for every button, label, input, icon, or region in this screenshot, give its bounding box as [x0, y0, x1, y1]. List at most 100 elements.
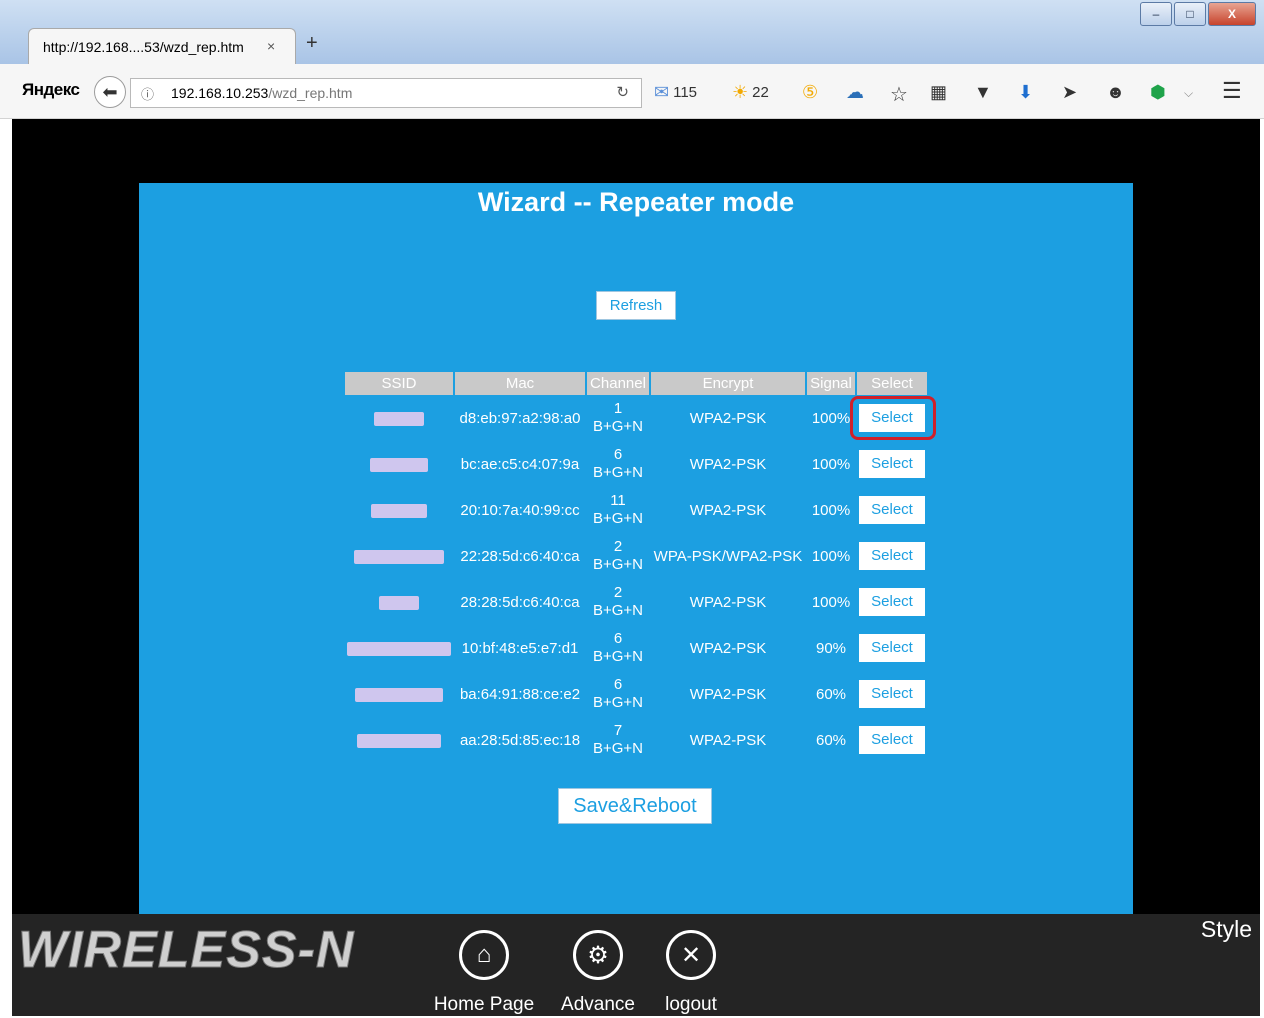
- advance-nav[interactable]: ⚙ Advance: [556, 930, 640, 1016]
- col-ssid: SSID: [345, 372, 453, 395]
- col-encrypt: Encrypt: [651, 372, 805, 395]
- sun-icon: ☀: [732, 82, 749, 102]
- col-channel: Channel: [587, 372, 649, 395]
- channel-cell: 6 B+G+N: [587, 671, 649, 717]
- select-button[interactable]: Select: [859, 726, 925, 754]
- mac-cell: 10:bf:48:e5:e7:d1: [461, 639, 579, 657]
- yandex-logo[interactable]: Яндекс: [22, 80, 80, 100]
- close-window-button[interactable]: X: [1208, 2, 1256, 26]
- ssid-redacted: [355, 687, 443, 702]
- download-icon[interactable]: ⬇: [1018, 82, 1033, 103]
- chat-icon[interactable]: ☻: [1106, 82, 1125, 103]
- back-button[interactable]: ⬅: [94, 76, 126, 108]
- logout-label: logout: [665, 994, 717, 1015]
- channel-cell: 11 B+G+N: [587, 487, 649, 533]
- style-link[interactable]: Style: [1201, 916, 1252, 943]
- advance-label: Advance: [561, 994, 635, 1015]
- ssid-redacted: [370, 457, 428, 472]
- protect-icon[interactable]: ⬢: [1150, 82, 1166, 103]
- select-button[interactable]: Select: [859, 634, 925, 662]
- channel-band: B+G+N: [592, 602, 644, 619]
- info-icon[interactable]: ⓘ: [141, 84, 154, 103]
- table-row: bc:ae:c5:c4:07:9a 6 B+G+N WPA2-PSK 100% S…: [345, 441, 927, 487]
- channel-number: 7: [613, 722, 623, 739]
- maximize-button[interactable]: □: [1174, 2, 1206, 26]
- gear-icon: ⚙: [573, 930, 623, 980]
- footer-bar: WIRELESS-N Style ⌂ Home Page ⚙ Advance ✕…: [12, 914, 1260, 1016]
- channel-cell: 7 B+G+N: [587, 717, 649, 763]
- reload-icon[interactable]: ↻: [616, 83, 629, 101]
- signal-cell: 100%: [811, 547, 851, 565]
- browser-tab[interactable]: http://192.168....53/wzd_rep.htm ×: [28, 28, 296, 65]
- channel-number: 6: [613, 676, 623, 693]
- select-button[interactable]: Select: [859, 496, 925, 524]
- select-button[interactable]: Select: [859, 542, 925, 570]
- ssid-cell: [345, 441, 453, 487]
- address-bar[interactable]: ⓘ 192.168.10.253/wzd_rep.htm ↻: [130, 78, 642, 108]
- signal-cell: 100%: [811, 593, 851, 611]
- select-cell: Select: [857, 441, 927, 487]
- channel-number: 1: [613, 400, 623, 417]
- encrypt-cell: WPA2-PSK: [689, 685, 767, 703]
- ssid-cell: [345, 625, 453, 671]
- signal-cell: 60%: [815, 731, 847, 749]
- new-tab-button[interactable]: +: [306, 32, 318, 55]
- encrypt-cell: WPA2-PSK: [689, 501, 767, 519]
- signal-cell: 100%: [811, 501, 851, 519]
- minimize-button[interactable]: –: [1140, 2, 1172, 26]
- weather-widget[interactable]: ☀ 22: [732, 82, 769, 103]
- select-button[interactable]: Select: [850, 396, 936, 440]
- encrypt-cell: WPA2-PSK: [689, 409, 767, 427]
- table-row: 28:28:5d:c6:40:ca 2 B+G+N WPA2-PSK 100% S…: [345, 579, 927, 625]
- table-header: SSID Mac Channel Encrypt Signal Select: [345, 372, 927, 395]
- ssid-cell: [345, 487, 453, 533]
- bookmark-star-icon[interactable]: ☆: [890, 82, 908, 107]
- mail-widget[interactable]: ✉ 115: [654, 82, 697, 103]
- select-button[interactable]: Select: [859, 588, 925, 616]
- close-icon: ✕: [666, 930, 716, 980]
- cloud-icon[interactable]: ☁: [846, 82, 864, 103]
- channel-band: B+G+N: [592, 510, 644, 527]
- ssid-redacted: [374, 411, 424, 426]
- col-signal: Signal: [807, 372, 855, 395]
- logout-nav[interactable]: ✕ logout: [656, 930, 726, 1016]
- encrypt-cell: WPA-PSK/WPA2-PSK: [653, 547, 803, 565]
- ssid-redacted: [371, 503, 427, 518]
- addon-5-icon[interactable]: ⑤: [802, 82, 818, 103]
- select-button[interactable]: Select: [859, 680, 925, 708]
- page-title: Wizard -- Repeater mode: [477, 187, 795, 217]
- col-select: Select: [857, 372, 927, 395]
- table-row: 22:28:5d:c6:40:ca 2 B+G+N WPA-PSK/WPA2-PS…: [345, 533, 927, 579]
- home-page-nav[interactable]: ⌂ Home Page: [432, 930, 536, 1016]
- table-row: aa:28:5d:85:ec:18 7 B+G+N WPA2-PSK 60% Se…: [345, 717, 927, 763]
- signal-cell: 90%: [815, 639, 847, 657]
- url-text: 192.168.10.253/wzd_rep.htm: [171, 85, 352, 101]
- select-cell: Select: [857, 487, 927, 533]
- signal-cell: 100%: [811, 455, 851, 473]
- save-reboot-button[interactable]: Save&Reboot: [558, 788, 712, 824]
- reading-list-icon[interactable]: ▦: [930, 82, 947, 103]
- encrypt-cell: WPA2-PSK: [689, 593, 767, 611]
- network-table: SSID Mac Channel Encrypt Signal Select d…: [343, 372, 936, 763]
- highlight-box: [850, 396, 936, 440]
- refresh-button[interactable]: Refresh: [596, 291, 676, 320]
- menu-icon[interactable]: ☰: [1222, 78, 1242, 104]
- browser-toolbar: Яндекс ⬅ ⓘ 192.168.10.253/wzd_rep.htm ↻ …: [0, 64, 1264, 119]
- select-cell: Select: [857, 625, 927, 671]
- encrypt-cell: WPA2-PSK: [689, 455, 767, 473]
- channel-cell: 1 B+G+N: [587, 395, 649, 441]
- pocket-icon[interactable]: ▼: [974, 82, 992, 103]
- url-path: /wzd_rep.htm: [268, 85, 353, 101]
- chevron-down-icon[interactable]: ⌵: [1184, 86, 1193, 101]
- channel-band: B+G+N: [592, 694, 644, 711]
- channel-cell: 6 B+G+N: [587, 625, 649, 671]
- mail-count: 115: [673, 84, 698, 101]
- tab-close-icon[interactable]: ×: [267, 38, 275, 54]
- channel-cell: 6 B+G+N: [587, 441, 649, 487]
- send-icon[interactable]: ➤: [1062, 82, 1077, 103]
- mac-cell: ba:64:91:88:ce:e2: [459, 685, 581, 703]
- page-content: Wizard -- Repeater mode Refresh SSID Mac…: [12, 119, 1260, 915]
- select-button[interactable]: Select: [859, 450, 925, 478]
- channel-band: B+G+N: [592, 648, 644, 665]
- mac-cell: bc:ae:c5:c4:07:9a: [460, 455, 580, 473]
